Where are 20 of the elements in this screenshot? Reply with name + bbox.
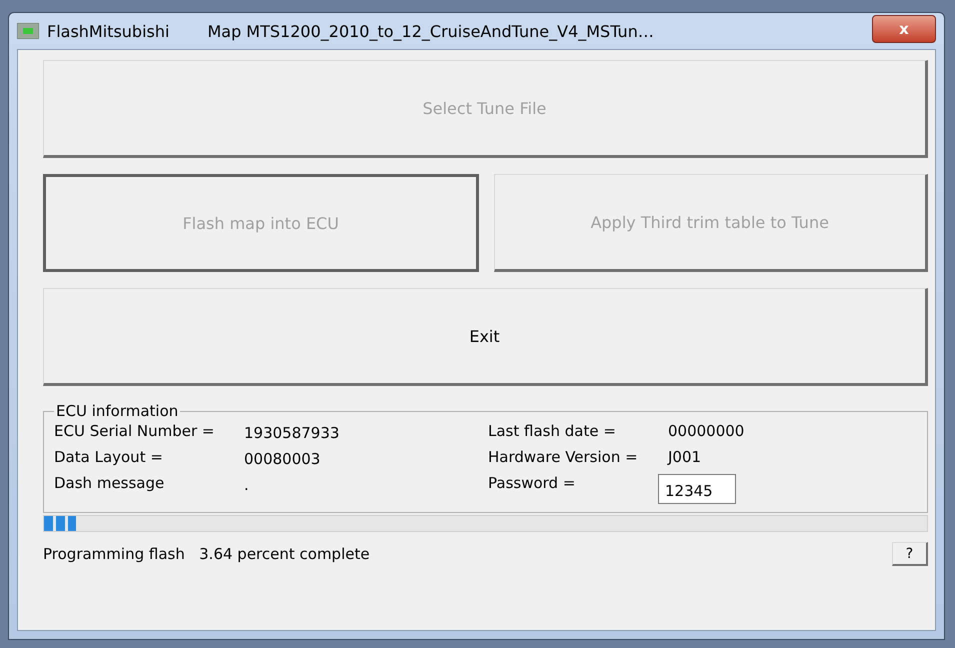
app-icon: [17, 23, 39, 39]
info-label: Dash message: [54, 474, 166, 494]
info-value: 00080003: [244, 449, 322, 468]
password-field[interactable]: 12345: [658, 474, 736, 504]
app-name: FlashMitsubishi: [47, 22, 170, 40]
info-value: .: [244, 475, 250, 496]
help-button[interactable]: ?: [892, 542, 928, 566]
info-label: Password =: [488, 474, 576, 494]
info-label: Last flash date =: [488, 422, 617, 442]
info-value: 1930587933: [244, 423, 340, 442]
exit-button[interactable]: Exit: [43, 288, 928, 386]
status-text: Programming flash 3.64 percent complete: [43, 545, 370, 563]
info-value: J001: [668, 448, 702, 468]
window-title: Map MTS1200_2010_to_12_CruiseAndTune_V4_MSTun…: [207, 22, 655, 40]
info-label: Hardware Version =: [488, 448, 639, 468]
group-legend: ECU information: [54, 402, 180, 420]
close-button[interactable]: x: [872, 15, 936, 43]
info-label: ECU Serial Number =: [54, 422, 216, 442]
info-label: Data Layout =: [54, 448, 164, 468]
info-value: 00000000: [668, 422, 746, 442]
